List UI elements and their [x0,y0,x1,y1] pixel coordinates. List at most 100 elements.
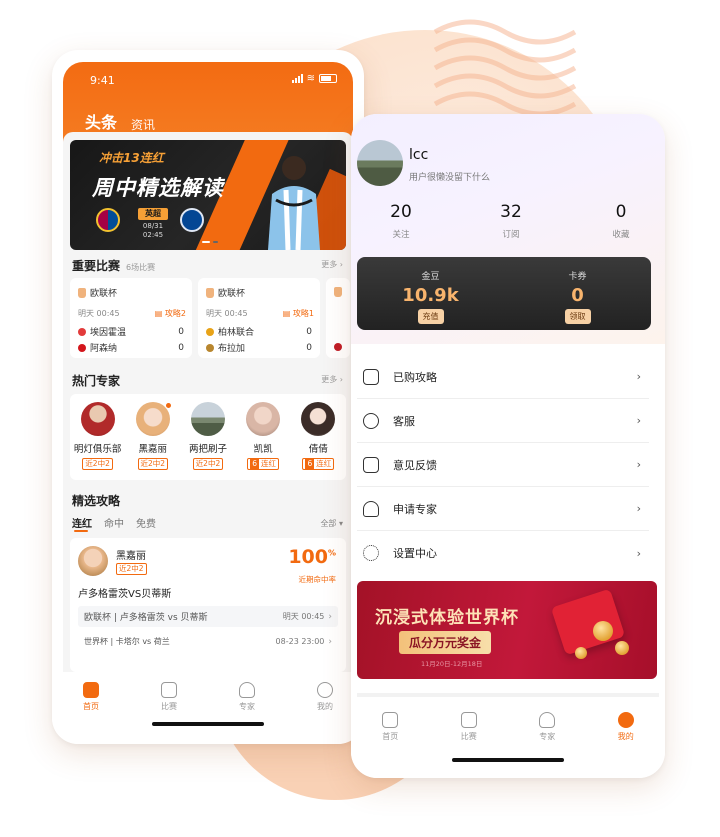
tab-matches[interactable]: 比赛 [439,712,499,778]
world-cup-promo-banner[interactable]: 沉浸式体验世界杯 瓜分万元奖金 11月20日-12月18日 [357,581,657,679]
banner-date: 08/31 [142,222,164,230]
tab-home[interactable]: 首页 [360,712,420,778]
coin-icon [593,621,613,641]
expert-item[interactable]: 明灯俱乐部 近2中2 [72,402,124,480]
tab-experts[interactable]: 专家 [517,712,577,778]
expert-item[interactable]: 凯凯 6 连红 [237,402,289,480]
home-indicator [152,722,264,726]
promo-date: 11月20日-12月18日 [421,660,483,668]
strategy-title: 卢多格雷茨VS贝蒂斯 [78,589,172,600]
experts-more-link[interactable]: 更多 › [321,374,343,385]
strategy-card[interactable]: 黑嘉丽 近2中2 100% 近期命中率 卢多格雷茨VS贝蒂斯 欧联杯 | 卢多格… [70,538,346,672]
tab-mine[interactable]: 我的 [295,682,355,744]
feedback-icon [363,456,379,473]
menu-feedback[interactable]: 意见反馈 › [357,443,649,487]
expert-item[interactable]: 倩倩 6 连红 [292,402,344,480]
tab-matches[interactable]: 比赛 [139,682,199,744]
tips-label: 攻略1 [292,309,314,318]
promo-banner[interactable]: 冲击13连红 周中精选解读 英超 08/31 02:45 [70,140,346,250]
section-divider [357,693,659,697]
stat-value: 0 [615,202,627,222]
strategy-match-row[interactable]: 世界杯 | 卡塔尔 vs 荷兰 08-23 23:00 › [78,631,338,652]
match-time: 明天 00:45 [282,612,325,621]
menu-settings[interactable]: 设置中心 › [357,531,649,575]
more-label: 更多 [321,375,338,384]
tag-label: 连红 [261,459,277,468]
tab-news[interactable]: 资讯 [131,116,155,133]
chevron-right-icon: › [636,546,641,560]
menu-label: 客服 [393,414,415,428]
wallet-label: 卡券 [568,272,587,282]
avatar [190,402,225,436]
filter-dropdown[interactable]: 全部 ▾ [320,518,343,529]
stat-value: 32 [500,202,522,222]
match-card-partial[interactable] [326,278,350,358]
match-cards: 欧联杯 明天 00:45 ▤ 攻略2 埃因霍温 0 阿森纳 0 欧联杯 明天 00:… [70,278,353,358]
purchased-icon [363,368,379,385]
important-more-link[interactable]: 更多 › [321,259,343,270]
match-time: 明天 00:45 [206,309,248,318]
status-time: 9:41 [90,74,115,87]
trophy-icon [78,287,86,298]
tab-free[interactable]: 免费 [136,515,156,530]
menu-label: 申请专家 [393,502,437,516]
hit-rate-label: 近期命中率 [298,575,337,584]
expert-icon [239,682,255,698]
match-tips: ▤ 攻略2 [154,309,186,318]
expert-item[interactable]: 两把刷子 近2中2 [182,402,234,480]
home-team-row: 埃因霍温 0 [78,325,184,338]
chevron-right-icon: › [636,502,641,515]
stat-favorites[interactable]: 0 收藏 [591,202,651,240]
battery-icon [319,74,337,83]
coin-icon [575,647,587,659]
stat-following[interactable]: 20 关注 [371,202,431,240]
banner-league: 英超 [138,208,168,220]
stat-subscriptions[interactable]: 32 订阅 [481,202,541,240]
team-score: 0 [178,326,184,337]
claim-button[interactable]: 领取 [564,309,591,324]
expert-item[interactable]: 黑嘉丽 近2中2 [127,402,179,480]
match-card[interactable]: 欧联杯 明天 00:45 ▤ 攻略1 柏林联合 0 布拉加 0 [198,278,320,358]
tab-label: 比赛 [460,732,477,741]
menu-label: 设置中心 [393,547,437,560]
stat-label: 关注 [392,230,410,240]
tab-hit[interactable]: 命中 [104,515,124,530]
match-card[interactable]: 欧联杯 明天 00:45 ▤ 攻略2 埃因霍温 0 阿森纳 0 [70,278,192,358]
strategy-match-row[interactable]: 欧联杯 | 卢多格雷茨 vs 贝蒂斯 明天 00:45 › [78,606,338,627]
tab-experts[interactable]: 专家 [217,682,277,744]
section-title: 热门专家 [72,374,121,388]
promo-pill: 瓜分万元奖金 [399,631,492,654]
strategy-header: 精选攻略 [72,492,120,509]
match-time: 明天 00:45 [78,309,120,318]
tab-label: 比赛 [161,702,177,711]
streak-count: 6 [250,459,260,469]
match-count: 6场比赛 [126,263,156,272]
home-team-row: 柏林联合 0 [206,325,312,338]
menu-purchased-strategies[interactable]: 已购攻略 › [357,355,649,399]
league-label: 欧联杯 [90,289,118,299]
expert-streak-tag: 6 连红 [302,458,335,470]
banner-time: 02:45 [142,231,164,239]
trophy-icon [334,287,342,297]
wallet-card: 金豆 10.9k 充值 卡券 0 领取 [357,257,651,330]
chevron-right-icon: › [328,611,332,622]
tab-headlines[interactable]: 头条 [85,109,117,133]
tab-streak[interactable]: 连红 [72,515,92,532]
avatar[interactable] [357,140,403,186]
team-name: 柏林联合 [218,328,255,338]
menu-apply-expert[interactable]: 申请专家 › [357,487,649,531]
tab-home[interactable]: 首页 [61,682,121,744]
author-record-tag: 近2中2 [116,563,147,575]
hit-rate-unit: % [327,548,336,558]
recharge-button[interactable]: 充值 [417,309,444,324]
tab-mine[interactable]: 我的 [596,712,656,778]
tab-label: 我的 [317,702,333,711]
pitch-icon [161,682,177,698]
expert-streak-tag: 6 连红 [247,458,280,470]
expert-record-tag: 近2中2 [137,458,169,470]
team-name: 布拉加 [218,344,246,354]
red-envelope-icon [550,588,626,656]
expert-name: 明灯俱乐部 [73,444,122,455]
menu-customer-service[interactable]: 客服 › [357,399,649,443]
hit-rate-value: 100 [288,546,328,568]
